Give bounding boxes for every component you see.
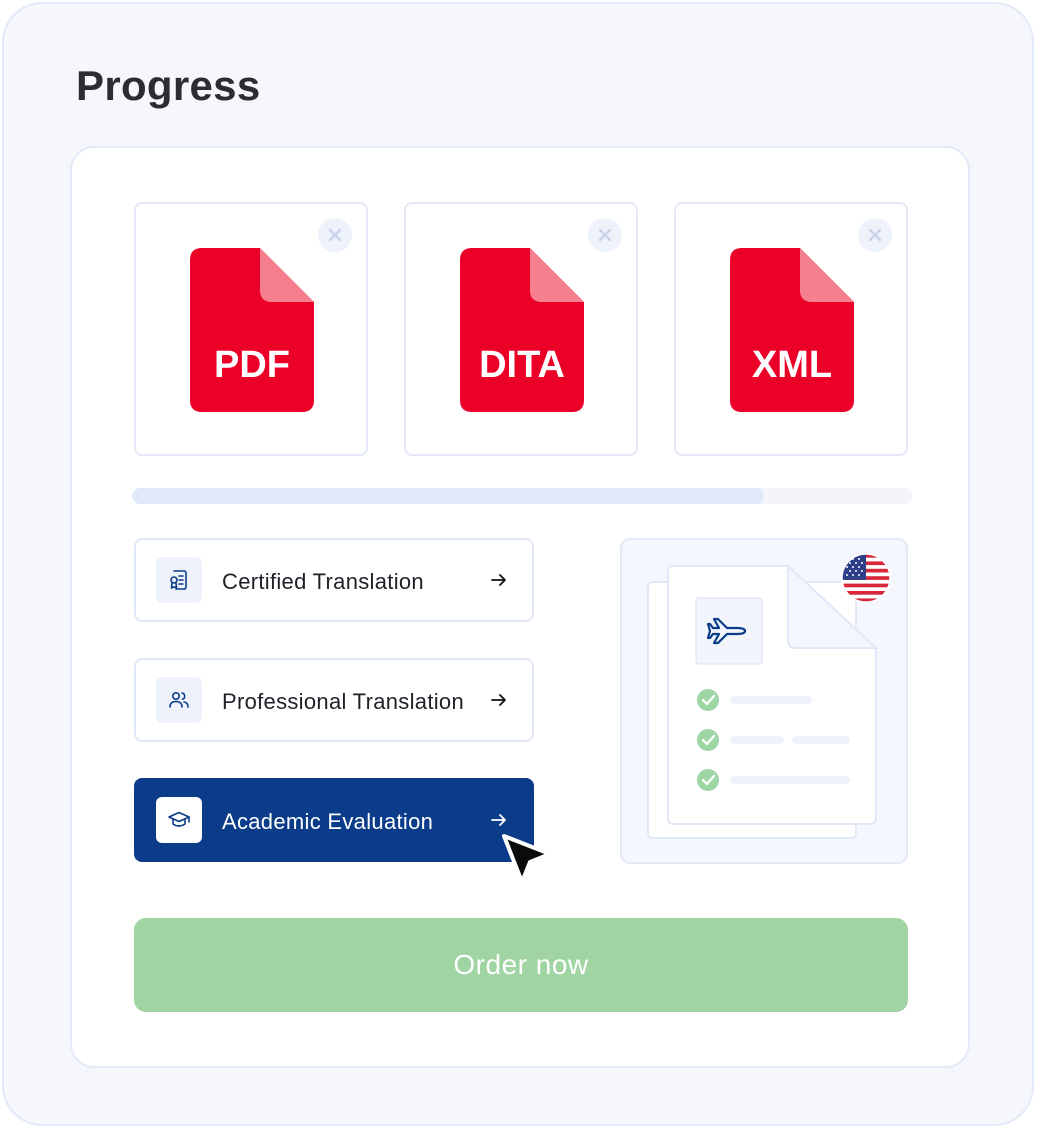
upload-progress-bar [132, 488, 912, 504]
service-professional-translation[interactable]: Professional Translation [134, 658, 534, 742]
mouse-cursor-icon [502, 834, 552, 884]
service-label: Academic Evaluation [222, 809, 434, 834]
remove-file-button[interactable] [858, 218, 892, 252]
graduation-cap-icon [156, 797, 202, 843]
airplane-icon-box [695, 597, 763, 665]
file-tile-pdf[interactable]: PDF [134, 202, 368, 456]
close-icon [868, 228, 882, 242]
arrow-right-icon [491, 814, 506, 826]
upload-progress-fill [132, 488, 764, 504]
document-preview [620, 538, 908, 864]
arrow-right-icon [491, 694, 506, 706]
checklist-line [730, 736, 784, 744]
dita-file-icon: DITA [460, 248, 584, 412]
file-type-label: XML [751, 344, 833, 386]
checklist-line [730, 776, 850, 784]
order-now-button[interactable]: Order now [134, 918, 908, 1012]
file-type-label: PDF [214, 344, 290, 386]
pdf-file-icon: PDF [190, 248, 314, 412]
checklist-line [792, 736, 850, 744]
service-academic-evaluation[interactable]: Academic Evaluation [134, 778, 534, 862]
service-certified-translation[interactable]: Certified Translation [134, 538, 534, 622]
remove-file-button[interactable] [588, 218, 622, 252]
checklist-line [730, 696, 812, 704]
certificate-icon [156, 557, 202, 603]
close-icon [328, 228, 342, 242]
file-type-label: DITA [479, 344, 565, 386]
us-flag-icon [841, 553, 891, 603]
close-icon [598, 228, 612, 242]
file-tile-xml[interactable]: XML [674, 202, 908, 456]
people-icon [156, 677, 202, 723]
check-icon [697, 729, 719, 751]
service-label: Professional Translation [222, 689, 464, 714]
page-title: Progress [76, 62, 261, 109]
check-icon [697, 689, 719, 711]
file-tile-dita[interactable]: DITA [404, 202, 638, 456]
arrow-right-icon [491, 574, 506, 586]
service-label: Certified Translation [222, 569, 424, 594]
check-icon [697, 769, 719, 791]
remove-file-button[interactable] [318, 218, 352, 252]
xml-file-icon: XML [730, 248, 854, 412]
